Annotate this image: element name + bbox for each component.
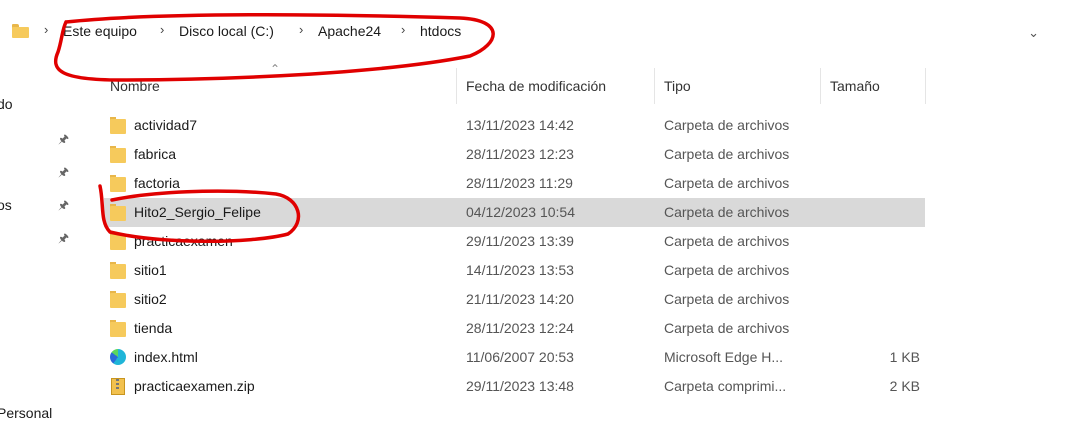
file-modified-date: 29/11/2023 13:48 — [466, 378, 574, 394]
pin-icon[interactable]: 🖈 — [58, 199, 70, 211]
file-size: 1 KB — [889, 349, 920, 365]
column-divider[interactable] — [820, 68, 821, 104]
file-row[interactable]: sitio2 21/11/2023 14:20 Carpeta de archivo… — [104, 285, 925, 314]
file-modified-date: 13/11/2023 14:42 — [466, 117, 574, 133]
file-modified-date: 29/11/2023 13:39 — [466, 233, 574, 249]
folder-icon — [110, 320, 126, 337]
breadcrumb-item-este-equipo[interactable]: Este equipo — [63, 23, 137, 39]
file-name: practicaexamen — [134, 233, 233, 249]
address-bar[interactable]: › Este equipo › Disco local (C:) › Apach… — [0, 14, 1069, 54]
pin-icon[interactable]: 🖈 — [58, 232, 70, 244]
file-type: Carpeta de archivos — [664, 175, 790, 191]
breadcrumb-item-apache24[interactable]: Apache24 — [318, 23, 381, 39]
file-name: practicaexamen.zip — [134, 378, 255, 394]
column-header-modified[interactable]: Fecha de modificación — [466, 78, 606, 94]
file-type: Carpeta de archivos — [664, 233, 790, 249]
zip-icon — [110, 378, 126, 395]
file-name: actividad7 — [134, 117, 198, 133]
file-type: Carpeta de archivos — [664, 291, 790, 307]
file-name: sitio2 — [134, 291, 167, 307]
file-row[interactable]: index.html 11/06/2007 20:53 Microsoft Edge… — [104, 343, 925, 372]
file-type: Carpeta de archivos — [664, 117, 790, 133]
file-modified-date: 21/11/2023 14:20 — [466, 291, 574, 307]
column-divider[interactable] — [456, 68, 457, 104]
edge-icon — [110, 349, 126, 365]
file-modified-date: 04/12/2023 10:54 — [466, 204, 575, 220]
file-name: fabrica — [134, 146, 177, 162]
file-name: Hito2_Sergio_Felipe — [134, 204, 261, 220]
file-type: Carpeta comprimi... — [664, 378, 787, 394]
file-type: Carpeta de archivos — [664, 204, 790, 220]
breadcrumb-separator[interactable]: › — [160, 22, 164, 37]
breadcrumb-separator[interactable]: › — [299, 22, 303, 37]
sort-arrow-icon: ⌃ — [270, 62, 281, 76]
file-name: tienda — [134, 320, 173, 336]
file-row[interactable]: practicaexamen.zip 29/11/2023 13:48 Carpet… — [104, 372, 925, 401]
file-modified-date: 28/11/2023 11:29 — [466, 175, 573, 191]
file-row[interactable]: actividad7 13/11/2023 14:42 Carpeta de arc… — [104, 111, 925, 140]
file-name: index.html — [134, 349, 198, 365]
breadcrumb-item-htdocs[interactable]: htdocs — [420, 23, 461, 39]
folder-icon — [110, 233, 126, 250]
chevron-down-icon[interactable]: ⌄ — [1028, 25, 1039, 41]
breadcrumb-separator: › — [44, 22, 49, 37]
pin-icon[interactable]: 🖈 — [58, 133, 70, 145]
folder-icon — [110, 146, 126, 163]
file-type: Carpeta de archivos — [664, 320, 790, 336]
nav-item-partial[interactable]: Personal — [0, 405, 52, 421]
file-name: sitio1 — [134, 262, 167, 278]
folder-icon — [12, 24, 29, 38]
folder-icon — [110, 262, 126, 279]
column-header-type[interactable]: Tipo — [664, 78, 691, 94]
folder-icon — [110, 175, 126, 192]
folder-icon — [110, 291, 126, 308]
file-modified-date: 28/11/2023 12:23 — [466, 146, 574, 162]
file-modified-date: 11/06/2007 20:53 — [466, 349, 574, 365]
folder-icon — [110, 117, 126, 134]
breadcrumb-separator[interactable]: › — [401, 22, 405, 37]
file-row[interactable]: fabrica 28/11/2023 12:23 Carpeta de archiv… — [104, 140, 925, 169]
file-row[interactable]: Hito2_Sergio_Felipe 04/12/2023 10:54 Carpe… — [104, 198, 925, 227]
file-type: Carpeta de archivos — [664, 262, 790, 278]
file-row[interactable]: factoria 28/11/2023 11:29 Carpeta de archi… — [104, 169, 925, 198]
file-size: 2 KB — [889, 378, 920, 394]
pin-icon[interactable]: 🖈 — [58, 166, 70, 178]
file-row[interactable]: tienda 28/11/2023 12:24 Carpeta de archivo… — [104, 314, 925, 343]
column-divider[interactable] — [654, 68, 655, 104]
file-type: Microsoft Edge H... — [664, 349, 784, 365]
nav-item-partial[interactable]: os — [0, 197, 12, 213]
folder-icon — [110, 204, 126, 221]
file-modified-date: 28/11/2023 12:24 — [466, 320, 574, 336]
file-name: factoria — [134, 175, 180, 191]
breadcrumb-item-disco-local[interactable]: Disco local (C:) — [179, 23, 274, 39]
file-row[interactable]: practicaexamen 29/11/2023 13:39 Carpeta de… — [104, 227, 925, 256]
file-row[interactable]: sitio1 14/11/2023 13:53 Carpeta de archivo… — [104, 256, 925, 285]
file-modified-date: 14/11/2023 13:53 — [466, 262, 574, 278]
file-type: Carpeta de archivos — [664, 146, 790, 162]
column-header-name[interactable]: Nombre — [110, 78, 160, 94]
column-header-size[interactable]: Tamaño — [830, 78, 880, 94]
nav-item-partial[interactable]: do — [0, 96, 13, 112]
column-divider[interactable] — [925, 68, 926, 104]
